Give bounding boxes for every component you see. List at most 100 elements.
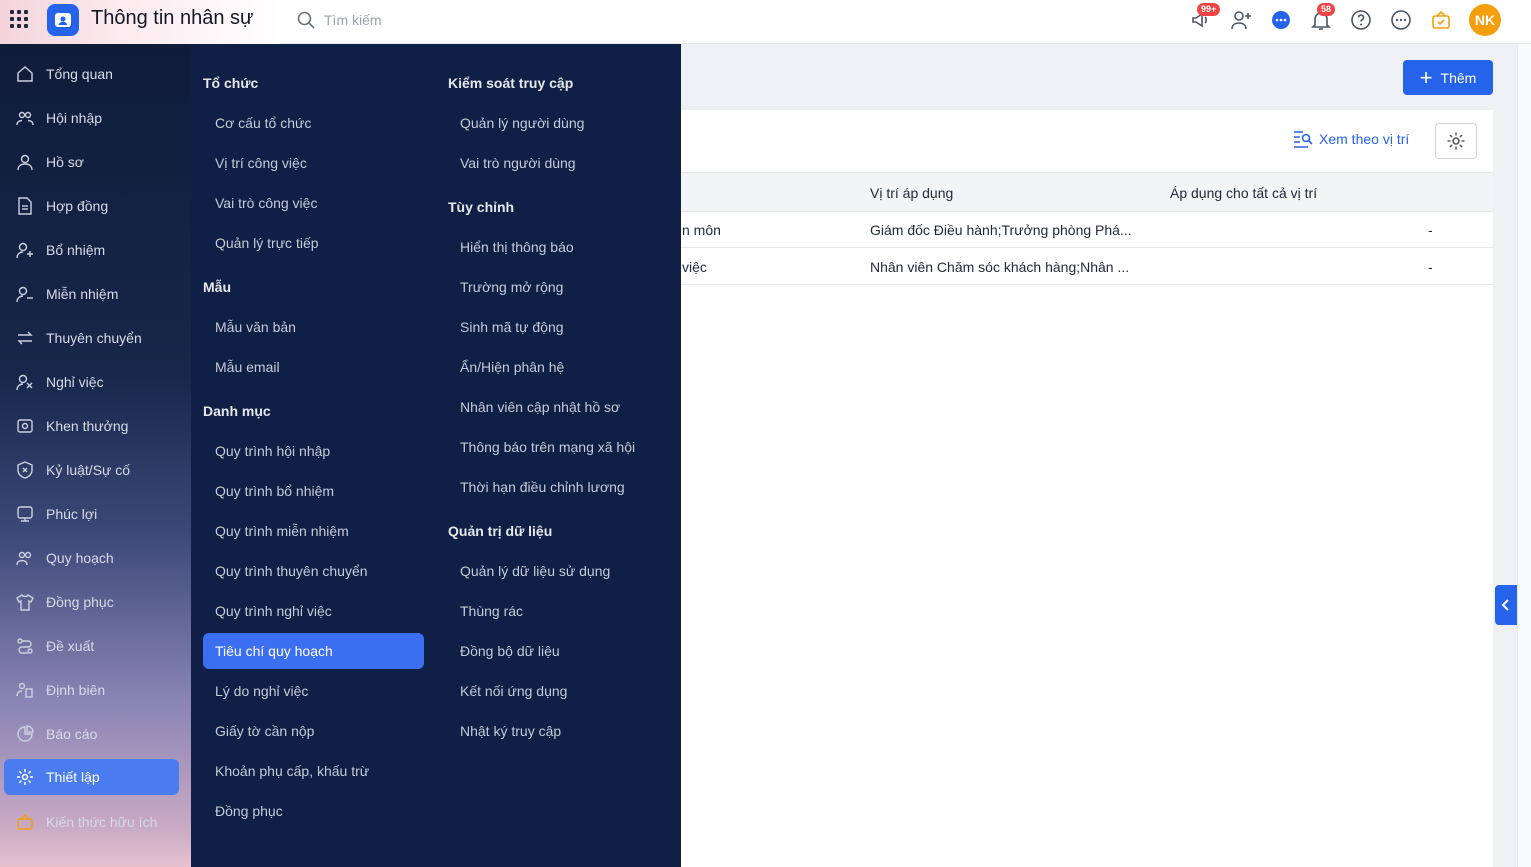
menu-item-quan-ly-truc-tiep[interactable]: Quản lý trực tiếp bbox=[203, 225, 424, 261]
menu-item-dong-phuc[interactable]: Đồng phục bbox=[203, 793, 424, 829]
menu-item-giay-to-can-nop[interactable]: Giấy tờ cần nộp bbox=[203, 713, 424, 749]
avatar[interactable]: NK bbox=[1469, 4, 1501, 36]
cell-positions: Giám đốc Điều hành;Trưởng phòng Phá... bbox=[870, 222, 1132, 238]
add-button[interactable]: + Thêm bbox=[1403, 60, 1493, 95]
sidebar-item-label: Thuyên chuyển bbox=[46, 330, 142, 346]
menu-section-title: Mẫu bbox=[203, 279, 231, 295]
user-minus-icon bbox=[16, 285, 34, 303]
menu-item-quan-ly-nguoi-dung[interactable]: Quản lý người dùng bbox=[448, 105, 669, 141]
chevron-left-icon bbox=[1501, 599, 1509, 611]
sidebar-item-tong-quan[interactable]: Tổng quan bbox=[4, 56, 179, 92]
help-icon[interactable] bbox=[1349, 9, 1372, 32]
event-icon[interactable] bbox=[1429, 9, 1452, 32]
sidebar-item-mien-nhiem[interactable]: Miễn nhiệm bbox=[4, 276, 179, 312]
sidebar-item-hop-dong[interactable]: Hợp đồng bbox=[4, 188, 179, 224]
sidebar-item-ky-luat[interactable]: Kỷ luật/Sự cố bbox=[4, 452, 179, 488]
sidebar-item-bo-nhiem[interactable]: Bổ nhiệm bbox=[4, 232, 179, 268]
app-logo-icon[interactable] bbox=[47, 4, 79, 36]
view-by-position-button[interactable]: Xem theo vị trí bbox=[1293, 130, 1409, 148]
sidebar-item-phuc-loi[interactable]: Phúc lợi bbox=[4, 496, 179, 532]
sidebar-item-dinh-bien[interactable]: Định biên bbox=[4, 672, 179, 708]
sidebar-item-label: Thiết lập bbox=[46, 769, 100, 785]
menu-item-co-cau-to-chuc[interactable]: Cơ cấu tổ chức bbox=[203, 105, 424, 141]
menu-item-mau-email[interactable]: Mẫu email bbox=[203, 349, 424, 385]
notification-badge: 58 bbox=[1317, 2, 1336, 16]
add-user-icon[interactable] bbox=[1229, 9, 1252, 32]
menu-item-sinh-ma-tu-dong[interactable]: Sinh mã tự động bbox=[448, 309, 669, 345]
menu-item-thoi-han-dieu-chinh-luong[interactable]: Thời hạn điều chỉnh lương bbox=[448, 469, 669, 505]
sidebar-item-label: Định biên bbox=[46, 682, 106, 698]
menu-item-khoan-phu-cap[interactable]: Khoản phụ cấp, khấu trừ bbox=[203, 753, 424, 789]
bell-icon[interactable]: 58 bbox=[1309, 2, 1336, 32]
top-header: Thông tin nhân sự 99+ 58 NK bbox=[0, 0, 1531, 44]
cell-apply-all: - bbox=[1428, 222, 1433, 238]
search-box[interactable] bbox=[296, 8, 496, 32]
list-search-icon bbox=[1294, 131, 1313, 148]
menu-item-nhan-vien-cap-nhat-ho-so[interactable]: Nhân viên cập nhật hồ sơ bbox=[448, 389, 669, 425]
menu-item-an-hien-phan-he[interactable]: Ẩn/Hiện phân hệ bbox=[448, 349, 669, 385]
menu-item-quan-ly-du-lieu-su-dung[interactable]: Quản lý dữ liệu sử dụng bbox=[448, 553, 669, 589]
gear-icon bbox=[1447, 132, 1465, 150]
menu-item-ly-do-nghi-viec[interactable]: Lý do nghỉ việc bbox=[203, 673, 424, 709]
menu-item-hien-thi-thong-bao[interactable]: Hiển thị thông báo bbox=[448, 229, 669, 265]
more-icon[interactable] bbox=[1389, 9, 1412, 32]
sidebar-item-ho-so[interactable]: Hồ sơ bbox=[4, 144, 179, 180]
menu-item-quy-trinh-nghi-viec[interactable]: Quy trình nghỉ việc bbox=[203, 593, 424, 629]
left-sidebar: Tổng quan Hội nhập Hồ sơ Hợp đồng Bổ nhi… bbox=[0, 44, 191, 867]
column-header-positions: Vị trí áp dụng bbox=[870, 185, 954, 201]
menu-section-title: Kiểm soát truy cập bbox=[448, 75, 574, 91]
sidebar-item-label: Báo cáo bbox=[46, 726, 98, 742]
sidebar-item-khen-thuong[interactable]: Khen thưởng bbox=[4, 408, 179, 444]
table-settings-button[interactable] bbox=[1435, 123, 1477, 159]
search-input[interactable] bbox=[324, 12, 484, 28]
plus-icon: + bbox=[1419, 64, 1433, 90]
menu-item-tieu-chi-quy-hoach[interactable]: Tiêu chí quy hoạch bbox=[203, 633, 424, 669]
menu-item-vai-tro-cong-viec[interactable]: Vai trò công việc bbox=[203, 185, 424, 221]
menu-item-ket-noi-ung-dung[interactable]: Kết nối ứng dụng bbox=[448, 673, 669, 709]
chart-icon bbox=[16, 725, 34, 743]
header-actions: 99+ 58 NK bbox=[1189, 2, 1501, 36]
menu-item-vai-tro-nguoi-dung[interactable]: Vai trò người dùng bbox=[448, 145, 669, 181]
cell-apply-all: - bbox=[1428, 259, 1433, 275]
knowledge-icon bbox=[16, 813, 34, 831]
chat-icon[interactable] bbox=[1269, 9, 1292, 32]
menu-item-vi-tri-cong-viec[interactable]: Vị trí công việc bbox=[203, 145, 424, 181]
sidebar-item-dong-phuc[interactable]: Đồng phục bbox=[4, 584, 179, 620]
sidebar-item-nghi-viec[interactable]: Nghỉ việc bbox=[4, 364, 179, 400]
sidebar-item-label: Miễn nhiệm bbox=[46, 286, 119, 302]
column-header-apply-all: Áp dụng cho tất cả vị trí bbox=[1170, 185, 1318, 201]
menu-item-quy-trinh-thuyen-chuyen[interactable]: Quy trình thuyên chuyển bbox=[203, 553, 424, 589]
menu-item-quy-trinh-hoi-nhap[interactable]: Quy trình hội nhập bbox=[203, 433, 424, 469]
megaphone-icon[interactable]: 99+ bbox=[1189, 2, 1221, 32]
sidebar-item-hoi-nhap[interactable]: Hội nhập bbox=[4, 100, 179, 136]
sidebar-item-label: Kiến thức hữu ích bbox=[46, 814, 158, 830]
sidebar-item-label: Phúc lợi bbox=[46, 506, 98, 522]
menu-item-thung-rac[interactable]: Thùng rác bbox=[448, 593, 669, 629]
benefit-icon bbox=[16, 505, 34, 523]
gear-icon bbox=[16, 768, 34, 786]
menu-item-quy-trinh-mien-nhiem[interactable]: Quy trình miễn nhiệm bbox=[203, 513, 424, 549]
menu-section-title: Quản trị dữ liệu bbox=[448, 523, 553, 539]
menu-section-title: Tùy chỉnh bbox=[448, 199, 515, 215]
staffing-icon bbox=[16, 681, 34, 699]
menu-item-dong-bo-du-lieu[interactable]: Đồng bộ dữ liệu bbox=[448, 633, 669, 669]
home-icon bbox=[16, 65, 34, 83]
cell-positions: Nhân viên Chăm sóc khách hàng;Nhân ... bbox=[870, 259, 1130, 275]
menu-item-thong-bao-mang-xa-hoi[interactable]: Thông báo trên mạng xã hội bbox=[448, 429, 669, 465]
menu-item-quy-trinh-bo-nhiem[interactable]: Quy trình bổ nhiệm bbox=[203, 473, 424, 509]
menu-item-mau-van-ban[interactable]: Mẫu văn bản bbox=[203, 309, 424, 345]
sidebar-item-quy-hoach[interactable]: Quy hoạch bbox=[4, 540, 179, 576]
sidebar-item-thuyen-chuyen[interactable]: Thuyên chuyển bbox=[4, 320, 179, 356]
right-scrollbar[interactable] bbox=[1517, 44, 1531, 867]
sidebar-item-kien-thuc[interactable]: Kiến thức hữu ích bbox=[4, 804, 179, 840]
collapse-panel-button[interactable] bbox=[1495, 585, 1517, 625]
view-by-position-label: Xem theo vị trí bbox=[1319, 131, 1410, 147]
sidebar-item-thiet-lap[interactable]: Thiết lập bbox=[4, 759, 179, 795]
sidebar-item-bao-cao[interactable]: Báo cáo bbox=[4, 716, 179, 752]
sidebar-item-label: Hợp đồng bbox=[46, 198, 109, 214]
menu-item-nhat-ky-truy-cap[interactable]: Nhật ký truy cập bbox=[448, 713, 669, 749]
sidebar-item-de-xuat[interactable]: Đề xuất bbox=[4, 628, 179, 664]
sidebar-item-label: Nghỉ việc bbox=[46, 374, 104, 390]
app-grid-icon[interactable] bbox=[10, 10, 28, 28]
menu-item-truong-mo-rong[interactable]: Trường mở rộng bbox=[448, 269, 669, 305]
